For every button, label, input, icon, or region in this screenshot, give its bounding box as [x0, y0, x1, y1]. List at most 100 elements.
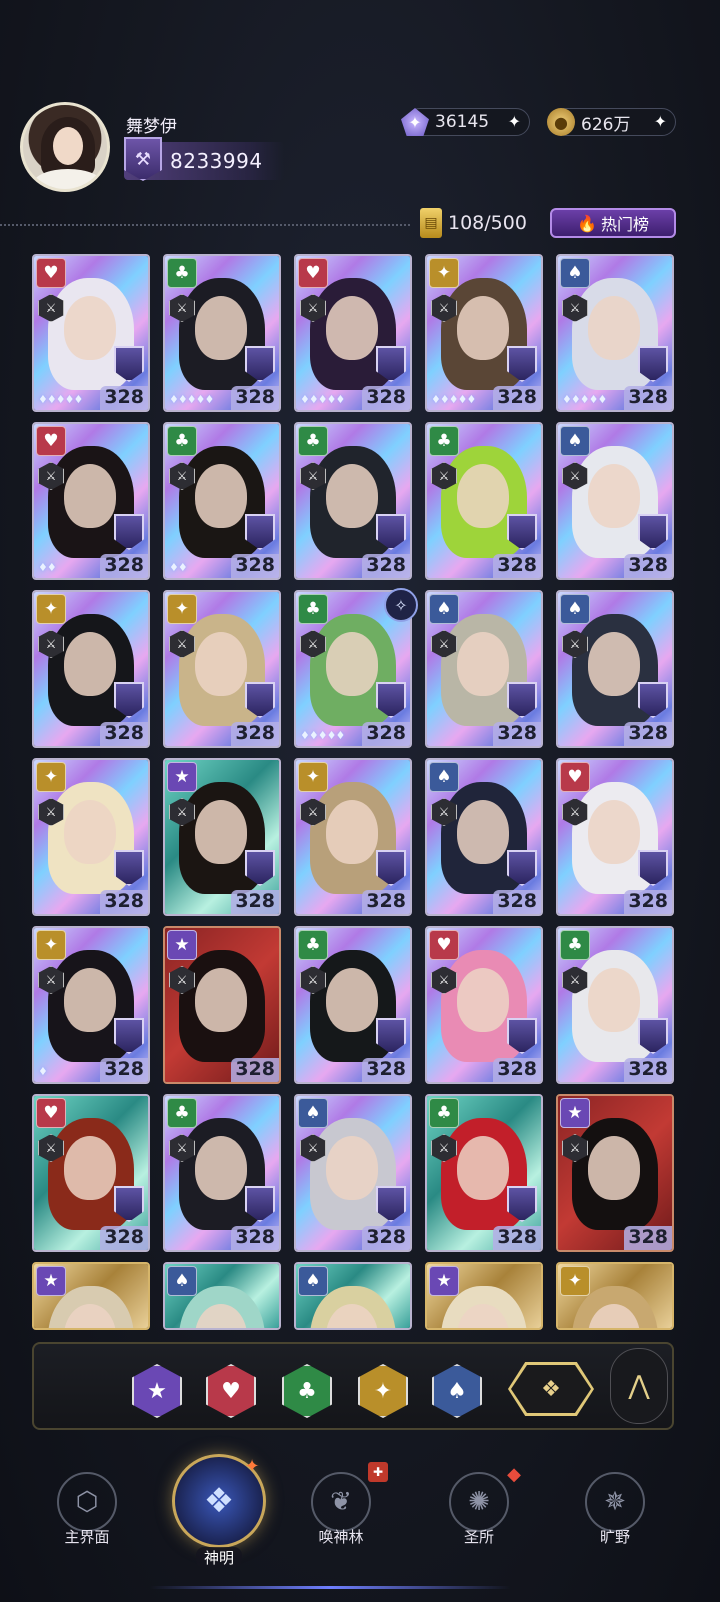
club-suit-icon: ♣: [167, 1098, 197, 1128]
god-card[interactable]: ♣ ⚔ 328: [425, 422, 543, 580]
add-crystal-button[interactable]: ✦: [508, 112, 521, 131]
awaken-stars: ♦♦♦♦♦: [431, 393, 476, 406]
card-level: 328: [231, 890, 279, 914]
god-card[interactable]: ♠: [163, 1262, 281, 1330]
god-card[interactable]: ✦ ⚔ ♦ 328: [32, 926, 150, 1084]
god-card[interactable]: ♣ ⚔ ♦♦ 328: [163, 422, 281, 580]
heart-suit-icon: ♥: [36, 258, 66, 288]
portrait-face: [195, 464, 247, 528]
collapse-filter-button[interactable]: ⋀: [610, 1348, 668, 1424]
god-card[interactable]: ♥ ⚔ ♦♦ 328: [32, 422, 150, 580]
god-card[interactable]: ♠ ⚔ 328: [556, 422, 674, 580]
portrait-face: [457, 464, 509, 528]
card-level: 328: [362, 386, 410, 410]
god-card[interactable]: ♣ ⚔ 328: [163, 1094, 281, 1252]
diamond-suit-icon: ✦: [36, 762, 66, 792]
star-suit-icon: ★: [560, 1098, 590, 1128]
god-card[interactable]: ♣ ⚔ 328: [425, 1094, 543, 1252]
filter-club-button[interactable]: ♣: [282, 1364, 332, 1418]
god-card[interactable]: ✦ ⚔ ♦♦♦♦♦ 328: [425, 254, 543, 412]
portrait-face: [326, 1136, 378, 1200]
portrait-face: [195, 1136, 247, 1200]
star-suit-icon: ★: [429, 1266, 459, 1296]
god-card[interactable]: ★ ⚔ 328: [556, 1094, 674, 1252]
card-level: 328: [362, 890, 410, 914]
club-suit-icon: ♣: [298, 930, 328, 960]
god-card[interactable]: ♠ ⚔ 328: [556, 590, 674, 748]
player-avatar[interactable]: [20, 102, 110, 192]
god-card[interactable]: ✦ ⚔ 328: [32, 590, 150, 748]
god-card[interactable]: ♥ ⚔ 328: [556, 758, 674, 916]
filter-heart-button[interactable]: ♥: [206, 1364, 256, 1418]
alert-diamond-icon: ◆: [507, 1463, 521, 1485]
god-card[interactable]: ♣ ⚔ 328: [294, 926, 412, 1084]
god-card[interactable]: ♥ ⚔ 328: [32, 1094, 150, 1252]
god-card[interactable]: ✦ ⚔ 328: [163, 590, 281, 748]
tree-icon: ❦: [311, 1472, 371, 1532]
god-card[interactable]: ♠ ⚔ 328: [425, 758, 543, 916]
god-card[interactable]: ★: [425, 1262, 543, 1330]
spade-suit-icon: ♠: [298, 1266, 328, 1296]
spade-suit-icon: ♠: [429, 762, 459, 792]
sparkle-badge-icon: ✦: [244, 1455, 260, 1477]
nav-sanctuary[interactable]: ✺ 圣所 ◆: [424, 1464, 534, 1572]
portrait-face: [457, 1136, 509, 1200]
nav-gods[interactable]: ❖ 神明 ✦: [168, 1454, 270, 1576]
god-card[interactable]: ♥ ⚔ ♦♦♦♦♦ 328: [32, 254, 150, 412]
god-card[interactable]: ♥ ⚔ 328: [425, 926, 543, 1084]
filter-star-button[interactable]: ★: [132, 1364, 182, 1418]
card-level: 328: [100, 1058, 148, 1082]
add-gold-button[interactable]: ✦: [654, 112, 667, 131]
god-card[interactable]: ★ ⚔ 328: [163, 926, 281, 1084]
god-card[interactable]: ♠ ⚔ ♦♦♦♦♦ 328: [556, 254, 674, 412]
god-card[interactable]: ♠: [294, 1262, 412, 1330]
club-suit-icon: ♣: [298, 594, 328, 624]
portrait-face: [588, 1136, 640, 1200]
god-card[interactable]: ♠ ⚔ 328: [294, 1094, 412, 1252]
compass-seal-icon: ✧: [384, 588, 418, 622]
god-card[interactable]: ♣ ⚔ 328: [294, 422, 412, 580]
filter-spade-button[interactable]: ♠: [432, 1364, 482, 1418]
awaken-stars: ♦♦♦♦♦: [300, 393, 345, 406]
nav-gods-label: 神明: [195, 1547, 242, 1568]
card-level: 328: [624, 1226, 672, 1250]
heart-suit-icon: ♥: [429, 930, 459, 960]
god-card[interactable]: ♠ ⚔ 328: [425, 590, 543, 748]
god-card[interactable]: ♣ ⚔ 328: [556, 926, 674, 1084]
diamond-suit-icon: ✦: [560, 1266, 590, 1296]
gold-value: 626万: [581, 114, 631, 135]
nav-main[interactable]: ⬡ 主界面: [32, 1472, 142, 1572]
awaken-stars: ♦♦♦♦♦: [300, 729, 345, 742]
card-level: 328: [231, 554, 279, 578]
god-card[interactable]: ✦: [556, 1262, 674, 1330]
portrait-face: [457, 968, 509, 1032]
bottom-nav: ⬡ 主界面 ❖ 神明 ✦ ❦ 唤神林 ✚ ✺ 圣所 ◆ ✵ 旷野: [0, 1450, 720, 1602]
portrait-face: [195, 800, 247, 864]
portrait-face: [64, 800, 116, 864]
all-suits-icon: ❖: [511, 1365, 591, 1413]
god-card[interactable]: ✦ ⚔ 328: [32, 758, 150, 916]
club-suit-icon: ♣: [167, 426, 197, 456]
card-level: 328: [493, 554, 541, 578]
card-level: 328: [362, 722, 410, 746]
club-suit-icon: ♣: [167, 258, 197, 288]
portrait-face: [326, 800, 378, 864]
card-level: 328: [493, 890, 541, 914]
god-card[interactable]: ♥ ⚔ ♦♦♦♦♦ 328: [294, 254, 412, 412]
nav-wilderness[interactable]: ✵ 旷野: [560, 1472, 670, 1572]
god-card[interactable]: ★: [32, 1262, 150, 1330]
portrait-face: [64, 1136, 116, 1200]
avatar-shirt: [33, 169, 103, 189]
filter-all-button[interactable]: ❖: [508, 1362, 594, 1416]
awaken-stars: ♦♦♦♦♦: [562, 393, 607, 406]
filter-diamond-button[interactable]: ✦: [358, 1364, 408, 1418]
god-card[interactable]: ♣ ⚔ ♦♦♦♦♦ 328: [163, 254, 281, 412]
nav-summon-forest[interactable]: ❦ 唤神林 ✚: [286, 1462, 396, 1572]
diamond-suit-icon: ✦: [167, 594, 197, 624]
crystal-resource: ✦ 36145 ✦: [401, 108, 530, 136]
portrait-face: [588, 800, 640, 864]
god-card[interactable]: ★ ⚔ 328: [163, 758, 281, 916]
god-card[interactable]: ✦ ⚔ 328: [294, 758, 412, 916]
spade-suit-icon: ♠: [560, 426, 590, 456]
hot-ranking-button[interactable]: 🔥 热门榜: [550, 208, 676, 238]
